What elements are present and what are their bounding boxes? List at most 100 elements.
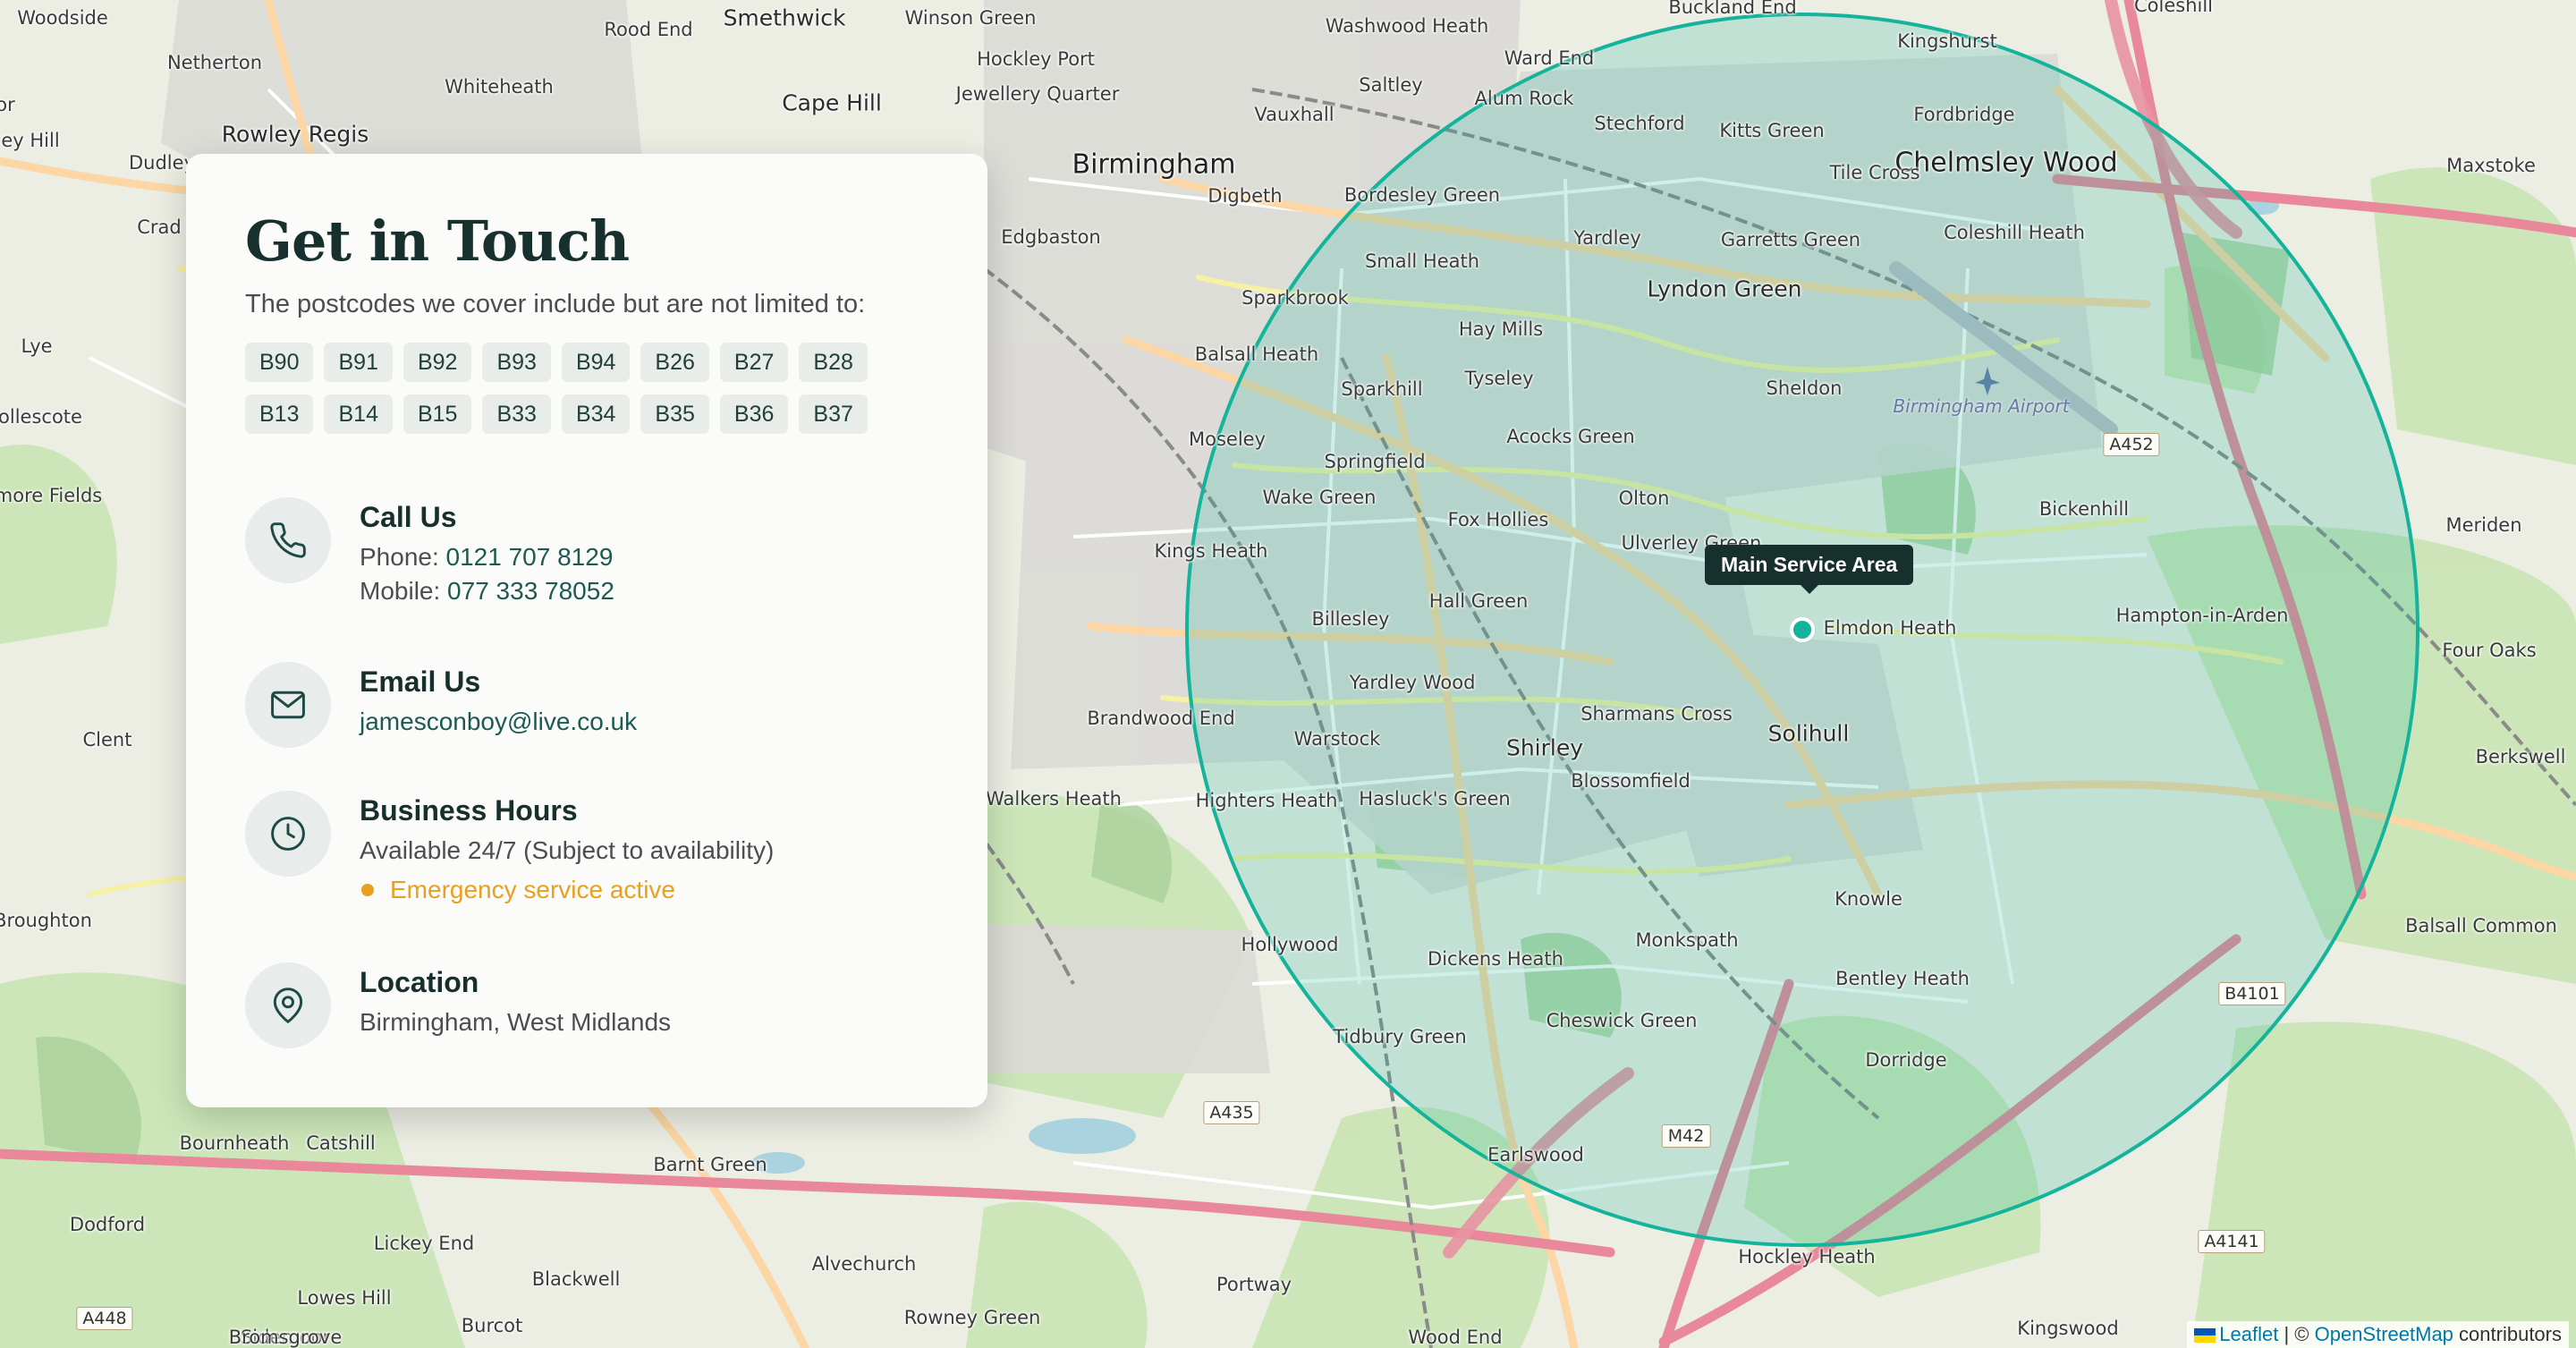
place-label: Lyndon Green [1647,276,1802,302]
place-label: Billesley [1311,608,1390,630]
postcode-chip: B27 [719,343,789,383]
mobile-link[interactable]: 077 333 78052 [447,577,614,605]
place-label: or [0,94,15,115]
location-text: Birmingham, West Midlands [360,1008,672,1036]
place-label: Rood End [604,19,693,40]
place-label: Alum Rock [1474,88,1574,109]
road-shield-a435: A435 [1203,1101,1260,1124]
place-label: ollescote [0,406,82,428]
leaflet-link[interactable]: Leaflet [2219,1323,2278,1345]
mail-icon [245,662,331,748]
place-label: Netherton [166,52,263,73]
place-label: Wake Green [1262,487,1377,508]
place-label: Hasluck's Green [1359,788,1511,810]
service-area-marker[interactable] [1790,617,1815,642]
location-section: Location Birmingham, West Midlands [245,962,671,1048]
place-label: Tile Cross [1829,162,1920,183]
postcode-list: B90 B91 B92 B93 B94 B26 B27 B28 B13 B14 B15 B33 B34 B… [245,343,943,435]
postcode-intro: The postcodes we cover include but are n… [245,290,866,319]
place-label: Bordesley Green [1343,184,1501,206]
place-label: Smethwick [723,4,846,31]
place-label: Ward End [1504,47,1595,69]
place-label: Lowes Hill [297,1287,392,1309]
place-label: more Fields [0,485,103,506]
place-label: Burcot [461,1315,523,1336]
phone-label: Phone: [360,543,439,571]
place-label: Lye [21,335,53,357]
place-label: Walkers Heath [986,788,1122,810]
place-label: Vauxhall [1254,104,1335,125]
place-label: Clent [82,729,132,750]
place-label: Olton [1618,487,1670,509]
place-label: Maxstoke [2446,155,2536,176]
place-label: Hollywood [1241,934,1339,955]
phone-icon [245,497,331,583]
place-label: Sparkhill [1341,378,1423,400]
postcode-chip: B13 [245,394,314,435]
location-title: Location [360,966,479,998]
postcode-chip: B92 [402,343,472,383]
emergency-status-text: Emergency service active [390,876,676,903]
road-shield-a452: A452 [2103,433,2160,456]
place-label: Moseley [1188,428,1267,450]
place-label: Whiteheath [445,76,554,97]
place-label: Bentley Heath [1835,968,1970,989]
place-label: Hockley Port [977,48,1095,70]
email-us-title: Email Us [360,666,481,698]
place-label: Rowley Regis [221,121,369,148]
place-label: Elmdon Heath [1823,617,1957,639]
place-label: Crad [137,216,182,238]
attribution-suffix: contributors [2459,1323,2562,1345]
contact-card: Get in Touch The postcodes we cover incl… [186,154,987,1107]
road-shield-b4101: B4101 [2218,982,2286,1005]
postcode-chip: B94 [561,343,631,383]
postcode-chip: B15 [402,394,472,435]
emergency-status: Emergency service active [360,876,774,904]
place-label: Hay Mills [1458,318,1544,340]
email-line: jamesconboy@live.co.uk [360,708,637,736]
place-label: Edgbaston [1001,226,1101,248]
place-label: Washwood Heath [1325,15,1489,37]
place-label: Solihull [1767,720,1850,747]
postcode-chip: B90 [245,343,314,383]
place-label: Jewellery Quarter [955,83,1120,105]
phone-line: Phone: 0121 707 8129 [360,543,614,572]
postcode-chip: B36 [719,394,789,435]
place-label: Cape Hill [782,89,882,116]
place-label: Kingshurst [1897,30,1997,52]
place-label: ey Hill [1,130,60,151]
place-label: Blossomfield [1571,770,1690,792]
road-shield-m42: M42 [1661,1124,1711,1148]
place-label: Balsall Common [2405,915,2557,937]
place-label: Yardley Wood [1349,672,1476,693]
map-pin-icon [245,962,331,1048]
hours-text: Available 24/7 (Subject to availability) [360,836,775,864]
place-label: Meriden [2445,514,2522,536]
place-label: Stechford [1594,113,1685,134]
place-label: Coleshill Heath [1944,222,2085,243]
place-label: Woodside [17,7,108,29]
place-label: Cheswick Green [1546,1010,1698,1031]
place-label: Bickenhill [2038,498,2130,520]
email-link[interactable]: jamesconboy@live.co.uk [360,708,637,735]
place-label: Springfield [1324,451,1426,472]
ukraine-flag-icon [2194,1328,2216,1343]
place-label: Fordbridge [1913,104,2015,125]
place-label: Coleshill [2133,0,2214,16]
place-label: Dickens Heath [1428,948,1563,970]
place-label: Berkswell [2475,746,2566,767]
postcode-chip: B33 [482,394,551,435]
call-us-section: Call Us Phone: 0121 707 8129 Mobile: 077… [245,497,614,606]
place-label: Warstock [1293,728,1381,750]
place-label: Kings Heath [1154,540,1268,562]
place-label: Monkspath [1635,929,1739,951]
phone-link[interactable]: 0121 707 8129 [446,543,614,571]
place-label: Earlswood [1487,1144,1584,1166]
place-label: Hampton-in-Arden [2115,605,2289,626]
osm-link[interactable]: OpenStreetMap [2315,1323,2453,1345]
place-label: Brandwood End [1087,708,1235,729]
business-hours-section: Business Hours Available 24/7 (Subject t… [245,791,774,904]
card-title: Get in Touch [245,208,630,274]
call-us-title: Call Us [360,501,457,533]
place-label: Sheldon [1766,377,1843,399]
